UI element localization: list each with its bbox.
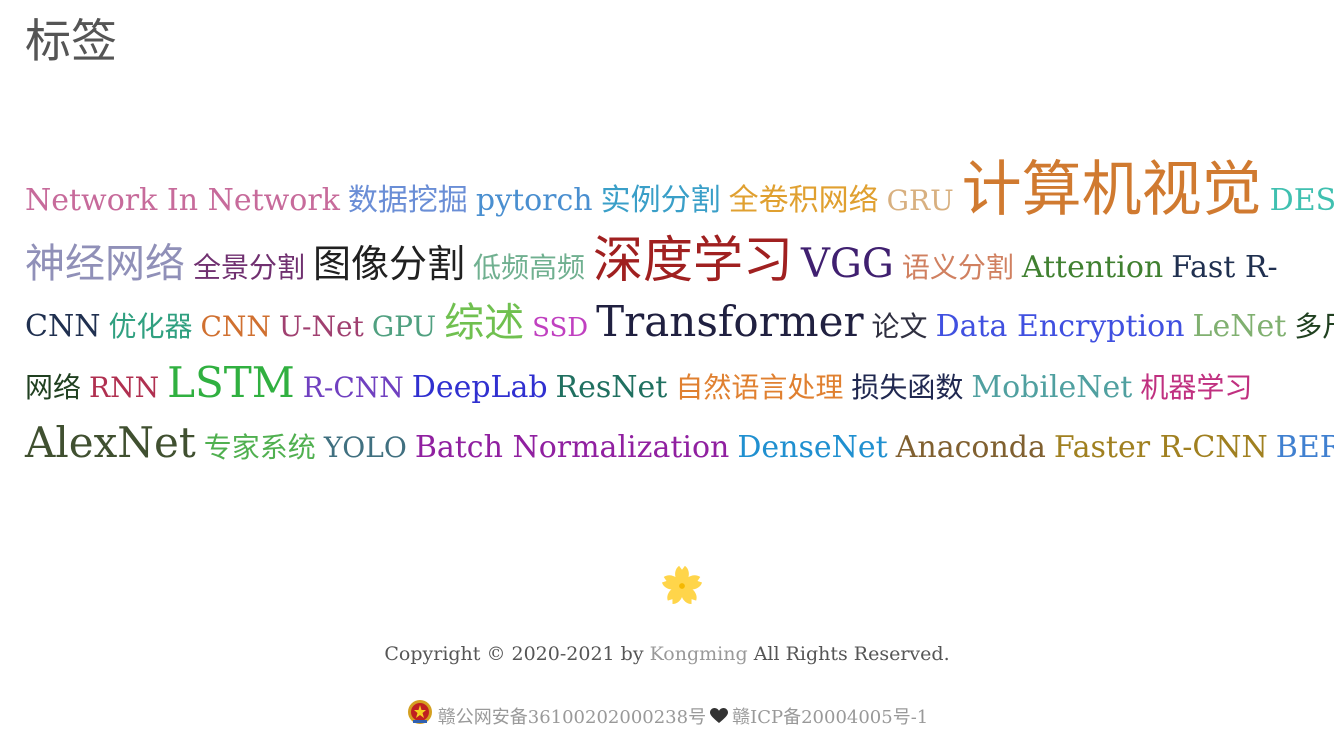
- tag-link[interactable]: Network In Network: [25, 186, 340, 216]
- tag-link[interactable]: 图像分割: [313, 245, 465, 283]
- tag-link[interactable]: RNN: [89, 374, 159, 402]
- tag-link[interactable]: DES: [1270, 186, 1334, 216]
- heart-icon: [710, 708, 729, 723]
- tag-link[interactable]: 数据挖掘: [348, 186, 468, 216]
- tag-link[interactable]: AlexNet: [25, 422, 196, 464]
- tag-link[interactable]: CNN: [25, 312, 100, 342]
- icp-record-link[interactable]: 赣ICP备20004005号-1: [732, 703, 928, 729]
- tag-line: AlexNet 专家系统 YOLO Batch Normalization DenseN…: [25, 422, 1334, 482]
- tag-link[interactable]: BERT: [1276, 433, 1334, 463]
- tag-link[interactable]: GPU: [372, 313, 436, 341]
- tag-line: Network In Network 数据挖掘 pytorch 实例分割 全卷积网络 GR…: [25, 160, 1334, 235]
- beian-records: 赣公网安备36100202000238号 赣ICP备20004005号-1: [0, 700, 1334, 730]
- tag-line: 神经网络 全景分割 图像分割 低频高频 深度学习 VGG 语义分割 Attention Fast…: [25, 235, 1325, 300]
- tag-link[interactable]: 全景分割: [193, 254, 305, 282]
- tag-link[interactable]: VGG: [801, 244, 894, 284]
- tag-link[interactable]: Faster R-CNN: [1054, 433, 1268, 463]
- tag-link[interactable]: YOLO: [324, 434, 407, 462]
- tag-link[interactable]: 综述: [444, 303, 524, 343]
- police-record-link[interactable]: 赣公网安备36100202000238号: [438, 703, 706, 729]
- tag-link[interactable]: 机器学习: [1140, 374, 1252, 402]
- tag-link[interactable]: ResNet: [556, 373, 668, 403]
- tag-link[interactable]: 实例分割: [601, 186, 721, 216]
- copyright-prefix: Copyright © 2020-2021 by: [384, 643, 644, 665]
- tag-link[interactable]: LeNet: [1193, 312, 1287, 342]
- tag-link[interactable]: 语义分割: [902, 254, 1014, 282]
- tag-link[interactable]: DenseNet: [737, 433, 887, 463]
- tag-link[interactable]: CNN: [200, 313, 270, 341]
- tag-link[interactable]: 计算机视觉: [962, 160, 1262, 220]
- tag-link[interactable]: 优化器: [108, 313, 192, 341]
- tag-link[interactable]: U-Net: [279, 313, 364, 341]
- tag-link[interactable]: MobileNet: [971, 373, 1132, 403]
- tag-link[interactable]: Data Encryption: [936, 312, 1185, 342]
- tag-link[interactable]: Fast R-: [1171, 253, 1277, 283]
- tag-link[interactable]: 网络: [25, 374, 81, 402]
- tag-link[interactable]: 低频高频: [473, 254, 585, 282]
- tag-link[interactable]: DeepLab: [412, 373, 548, 403]
- tag-link[interactable]: 神经网络: [25, 244, 185, 284]
- tag-link[interactable]: Attention: [1022, 253, 1163, 283]
- tag-link[interactable]: Anaconda: [896, 433, 1046, 463]
- police-badge-icon: [407, 700, 432, 724]
- sakura-icon: [661, 565, 703, 604]
- copyright: Copyright © 2020-2021 by Kongming All Ri…: [0, 643, 1334, 665]
- copyright-suffix: All Rights Reserved.: [753, 643, 950, 665]
- tag-link[interactable]: 深度学习: [593, 235, 793, 285]
- tag-link[interactable]: 自然语言处理: [675, 374, 843, 402]
- tag-link[interactable]: 损失函数: [851, 374, 963, 402]
- tag-link[interactable]: 专家系统: [204, 434, 316, 462]
- tag-cloud: Network In Network 数据挖掘 pytorch 实例分割 全卷积网络 GR…: [25, 160, 1334, 482]
- page-title: 标签: [25, 14, 117, 68]
- tag-link[interactable]: LSTM: [167, 362, 295, 404]
- author-link[interactable]: Kongming: [650, 643, 748, 665]
- tag-link[interactable]: SSD: [532, 315, 588, 341]
- tag-link[interactable]: GRU: [887, 187, 954, 215]
- tag-link[interactable]: 全卷积网络: [729, 186, 879, 216]
- tag-link[interactable]: pytorch: [476, 186, 593, 216]
- tag-link[interactable]: R-CNN: [303, 374, 404, 402]
- tag-link[interactable]: Batch Normalization: [415, 433, 730, 463]
- tag-link[interactable]: 论文: [872, 313, 928, 341]
- tag-link[interactable]: 多尺度: [1294, 313, 1334, 341]
- tag-line: CNN 优化器 CNN U-Net GPU 综述 SSD Transformer 论文 Data …: [25, 300, 1334, 362]
- tag-line: 网络 RNN LSTM R-CNN DeepLab ResNet 自然语言处理 损失函数 Mob…: [25, 362, 1325, 422]
- tag-link[interactable]: Transformer: [596, 301, 863, 343]
